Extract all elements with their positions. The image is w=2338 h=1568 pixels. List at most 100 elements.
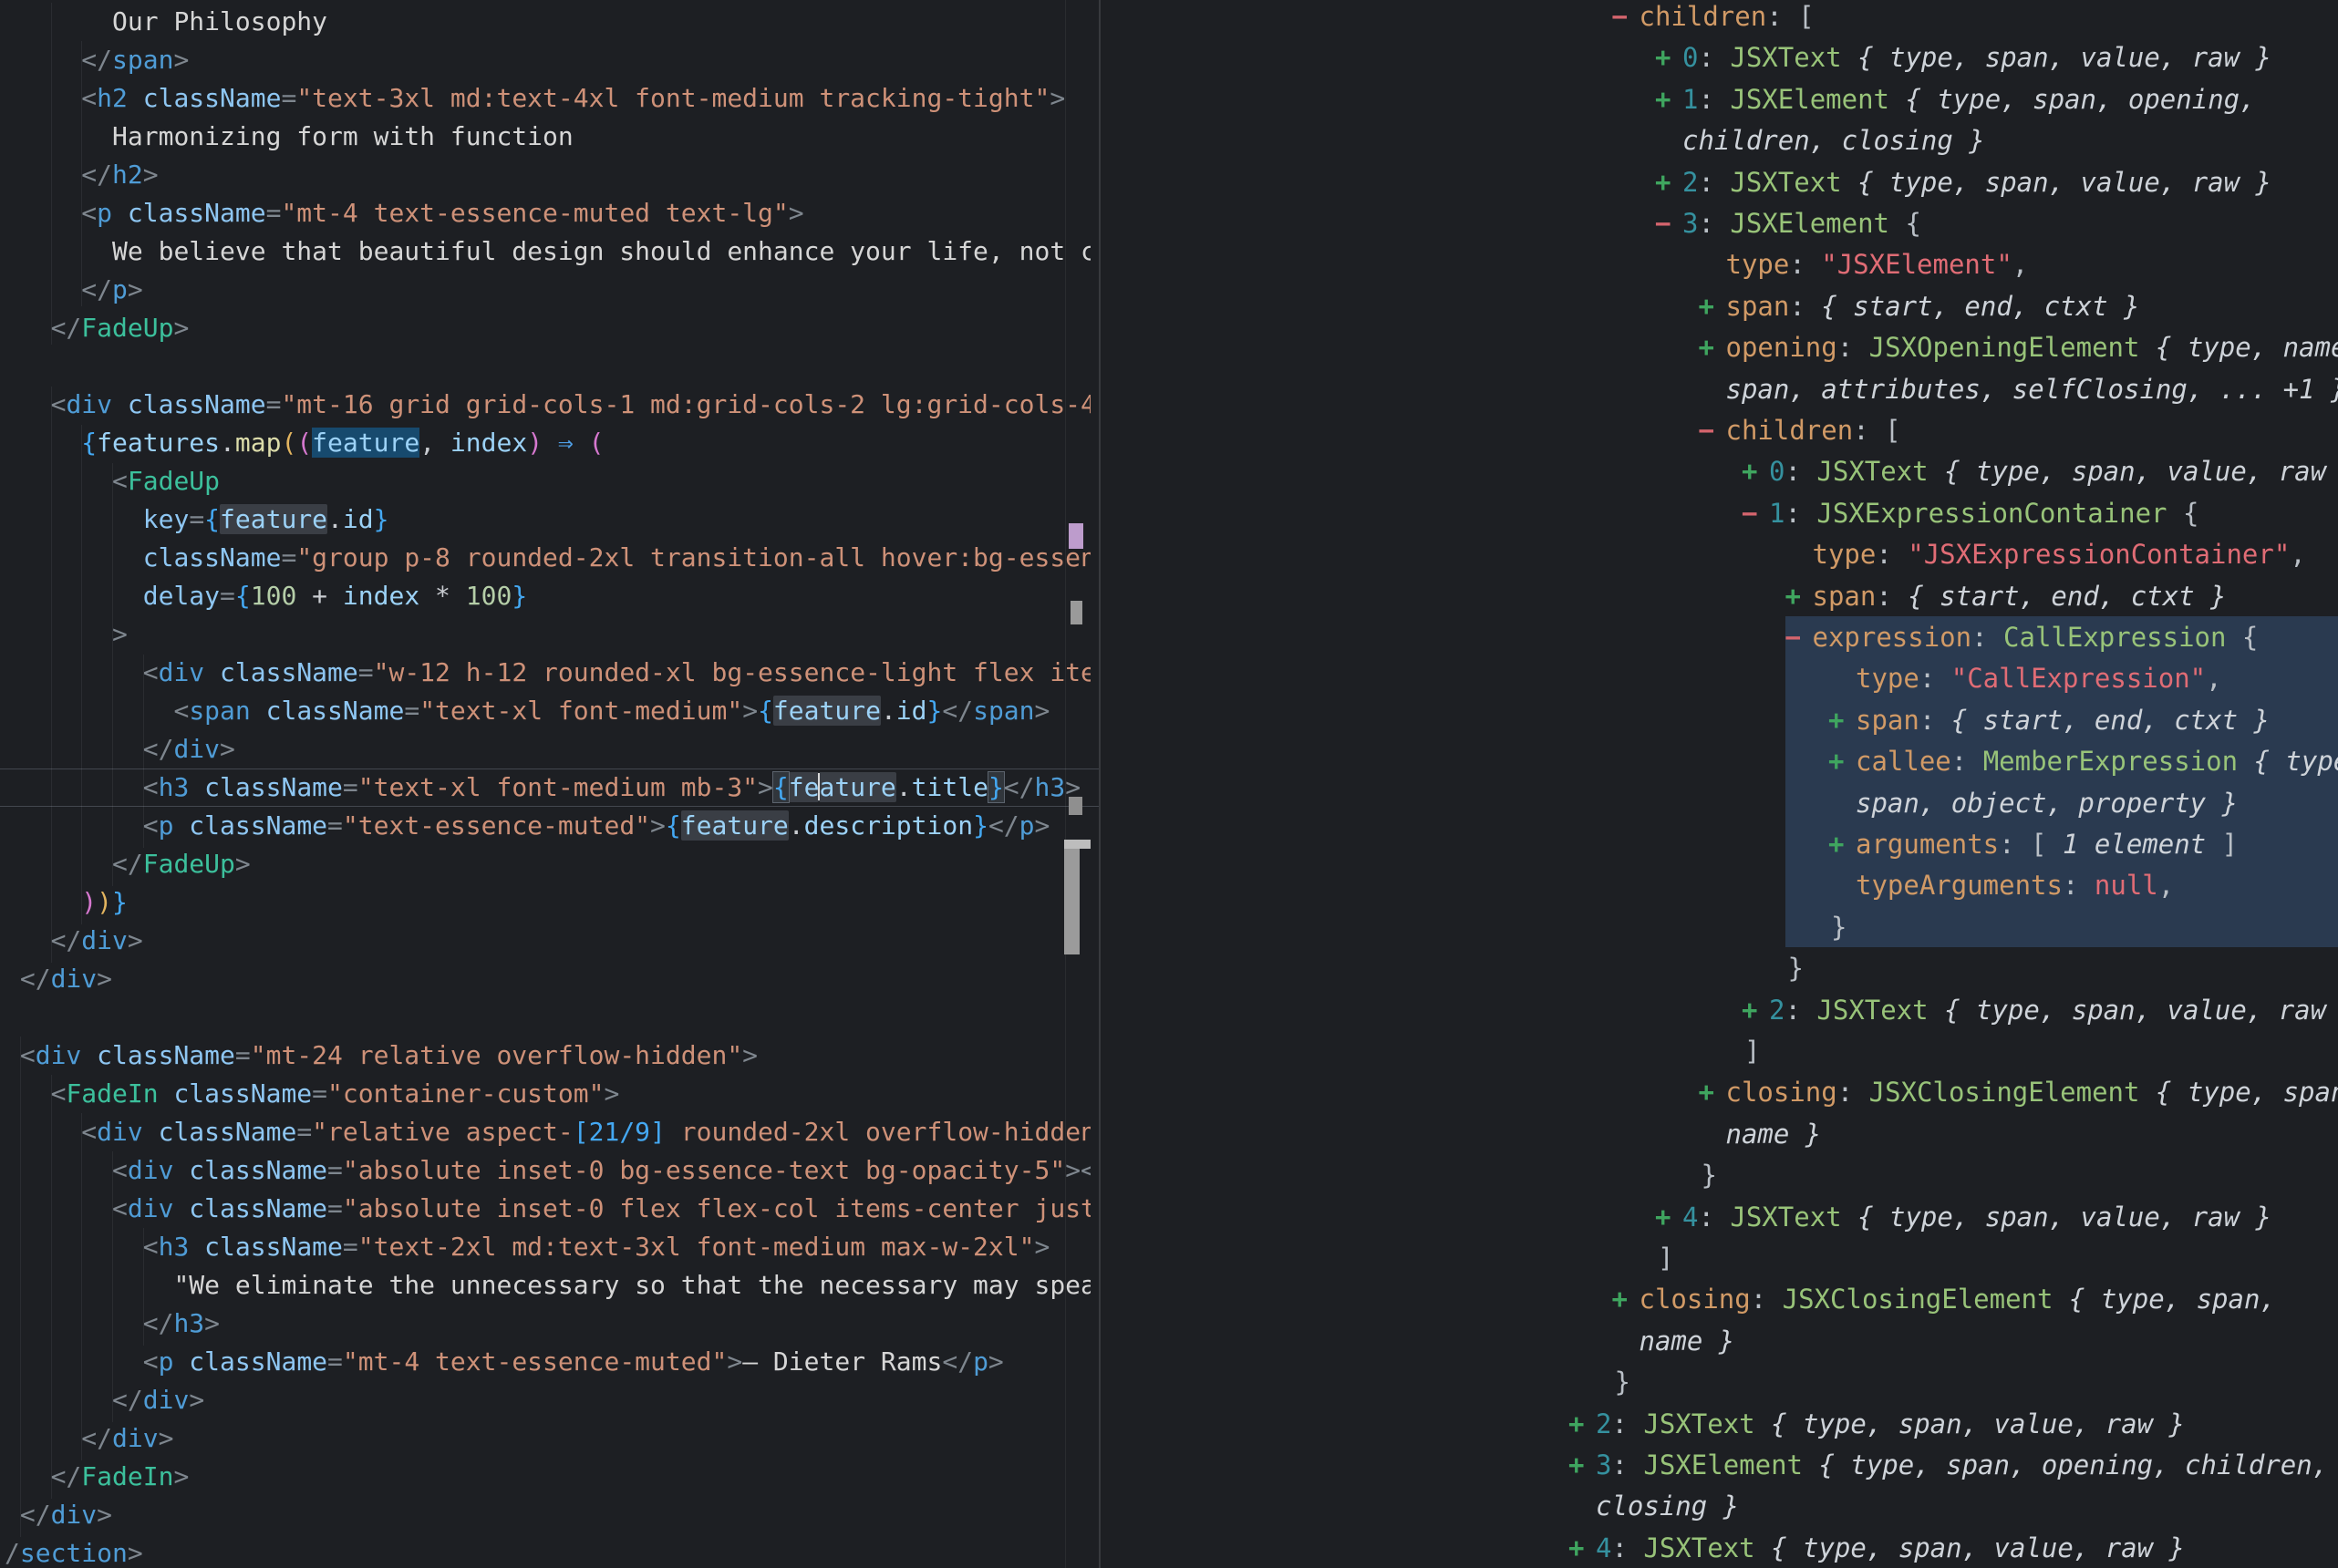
expand-node-toggle[interactable]: + <box>1699 1071 1726 1113</box>
expand-node-toggle[interactable]: + <box>1828 699 1856 741</box>
ast-line: } <box>1615 1361 1630 1403</box>
code-line: </h3> <box>143 1305 220 1343</box>
code-token: </ <box>81 1423 112 1453</box>
expand-node-toggle[interactable]: + <box>1568 1444 1596 1486</box>
ast-token: JSXText <box>1816 995 1928 1026</box>
pane-divider[interactable] <box>1099 0 1101 1568</box>
ast-token: opening <box>1726 332 1837 363</box>
code-token: } <box>973 810 988 841</box>
ast-token: JSXExpressionContainer <box>1816 498 2167 529</box>
code-token: div <box>159 657 205 687</box>
code-token: < <box>112 1155 128 1185</box>
ast-token: JSXText <box>1730 1202 1841 1233</box>
expand-node-toggle[interactable]: + <box>1655 161 1682 203</box>
code-token: div <box>51 964 98 994</box>
code-token: = <box>312 1078 327 1109</box>
code-token: h3 <box>159 1232 190 1262</box>
expand-node-toggle[interactable]: + <box>1612 1278 1640 1320</box>
code-token: } <box>112 887 128 917</box>
ast-token: JSXText <box>1816 456 1928 487</box>
ast-token: { type, span, value, raw } <box>1929 456 2338 487</box>
code-token: > <box>1050 83 1065 113</box>
code-token: Our Philosophy <box>112 6 327 36</box>
expand-node-toggle[interactable]: + <box>1785 575 1813 617</box>
code-line: ))} <box>81 883 128 922</box>
collapse-node-toggle[interactable]: − <box>1785 616 1813 658</box>
code-line: </div> <box>51 922 143 960</box>
ast-token: , <box>2158 870 2174 901</box>
code-token: p <box>112 274 128 304</box>
code-token: > <box>742 696 758 726</box>
expand-node-toggle[interactable]: + <box>1655 78 1682 120</box>
ast-token: } <box>1831 912 1847 943</box>
code-token: key <box>143 504 190 534</box>
expand-node-toggle[interactable]: + <box>1655 1196 1682 1238</box>
code-token: div <box>143 1385 190 1415</box>
ast-token: "JSXElement" <box>1821 249 2012 280</box>
ast-line: +callee: MemberExpression { type, <box>1856 740 2338 782</box>
ast-token: ] <box>1744 1036 1760 1067</box>
ast-token: closing } <box>1596 1491 1739 1522</box>
code-token: . <box>881 696 896 726</box>
code-line: {features.map((feature, index) ⇒ ( <box>81 424 604 462</box>
code-token: className <box>81 1040 235 1070</box>
code-token: = <box>327 1155 343 1185</box>
expand-node-toggle[interactable]: + <box>1828 740 1856 782</box>
ast-line: +closing: JSXClosingElement { type, span… <box>1640 1278 2276 1320</box>
code-token: . <box>220 428 235 458</box>
code-token: ) <box>81 887 97 917</box>
ast-token: CallExpression <box>2003 622 2226 653</box>
code-token: id <box>343 504 374 534</box>
ast-token: "CallExpression" <box>1951 663 2206 694</box>
expand-node-toggle[interactable]: + <box>1742 989 1769 1031</box>
code-line: Harmonizing form with function <box>112 118 574 156</box>
ast-token: 2 <box>1769 995 1785 1026</box>
collapse-node-toggle[interactable]: − <box>1699 409 1726 451</box>
ast-token: 2 <box>1596 1408 1611 1439</box>
code-token: "mt-4 text-essence-muted" <box>343 1346 727 1377</box>
expand-node-toggle[interactable]: + <box>1568 1403 1596 1445</box>
ast-line: +span: { start, end, ctxt } <box>1813 575 2227 617</box>
expand-node-toggle[interactable]: + <box>1699 326 1726 368</box>
code-editor-pane[interactable]: Our Philosophy</span><h2 className="text… <box>0 0 1091 1568</box>
expand-node-toggle[interactable]: + <box>1742 450 1769 492</box>
ast-token: } <box>1615 1367 1630 1398</box>
code-token: "text-2xl md:text-3xl font-medium max-w-… <box>358 1232 1035 1262</box>
code-token: > <box>235 849 251 879</box>
code-token: "text-3xl md:text-4xl font-medium tracki… <box>296 83 1050 113</box>
collapse-node-toggle[interactable]: − <box>1742 492 1769 534</box>
collapse-node-toggle[interactable]: − <box>1612 0 1640 37</box>
code-token: feature <box>220 504 327 534</box>
code-token: "relative aspect- <box>312 1117 574 1147</box>
ast-line: name } <box>1726 1113 1822 1155</box>
code-token: < <box>81 198 97 228</box>
ast-token: { <box>2226 622 2258 653</box>
code-line: <FadeIn className="container-custom"> <box>51 1075 620 1113</box>
expand-node-toggle[interactable]: + <box>1655 36 1682 78</box>
code-line: </div> <box>112 1381 204 1419</box>
code-line: <h3 className="text-2xl md:text-3xl font… <box>143 1228 1050 1266</box>
code-token: div <box>66 389 112 419</box>
ast-line: +4: JSXText { type, span, value, raw } <box>1596 1527 2185 1568</box>
code-token: > <box>742 1040 758 1070</box>
ast-token: JSXOpeningElement <box>1869 332 2140 363</box>
ast-tree-pane[interactable]: −children: [+0: JSXText { type, span, va… <box>1101 0 2338 1568</box>
code-token: } <box>374 504 389 534</box>
ast-line: type: "JSXElement", <box>1726 243 2029 285</box>
code-token: < <box>81 1117 97 1147</box>
collapse-node-toggle[interactable]: − <box>1655 202 1682 244</box>
code-token: </ <box>81 274 112 304</box>
ast-token: name } <box>1726 1119 1822 1150</box>
code-token: description <box>804 810 973 841</box>
expand-node-toggle[interactable]: + <box>1699 285 1726 327</box>
expand-node-toggle[interactable]: + <box>1828 823 1856 865</box>
code-line: </div> <box>20 1496 112 1534</box>
ast-token: : <box>1611 1449 1643 1480</box>
ast-token: MemberExpression <box>1983 746 2238 777</box>
indent-guide <box>51 1075 52 1499</box>
ast-line: −1: JSXExpressionContainer { <box>1769 492 2198 534</box>
code-line: <div className="relative aspect-[21/9] r… <box>81 1113 1091 1151</box>
code-token: ) <box>527 428 543 458</box>
expand-node-toggle[interactable]: + <box>1568 1527 1596 1568</box>
code-token: < <box>143 810 159 841</box>
